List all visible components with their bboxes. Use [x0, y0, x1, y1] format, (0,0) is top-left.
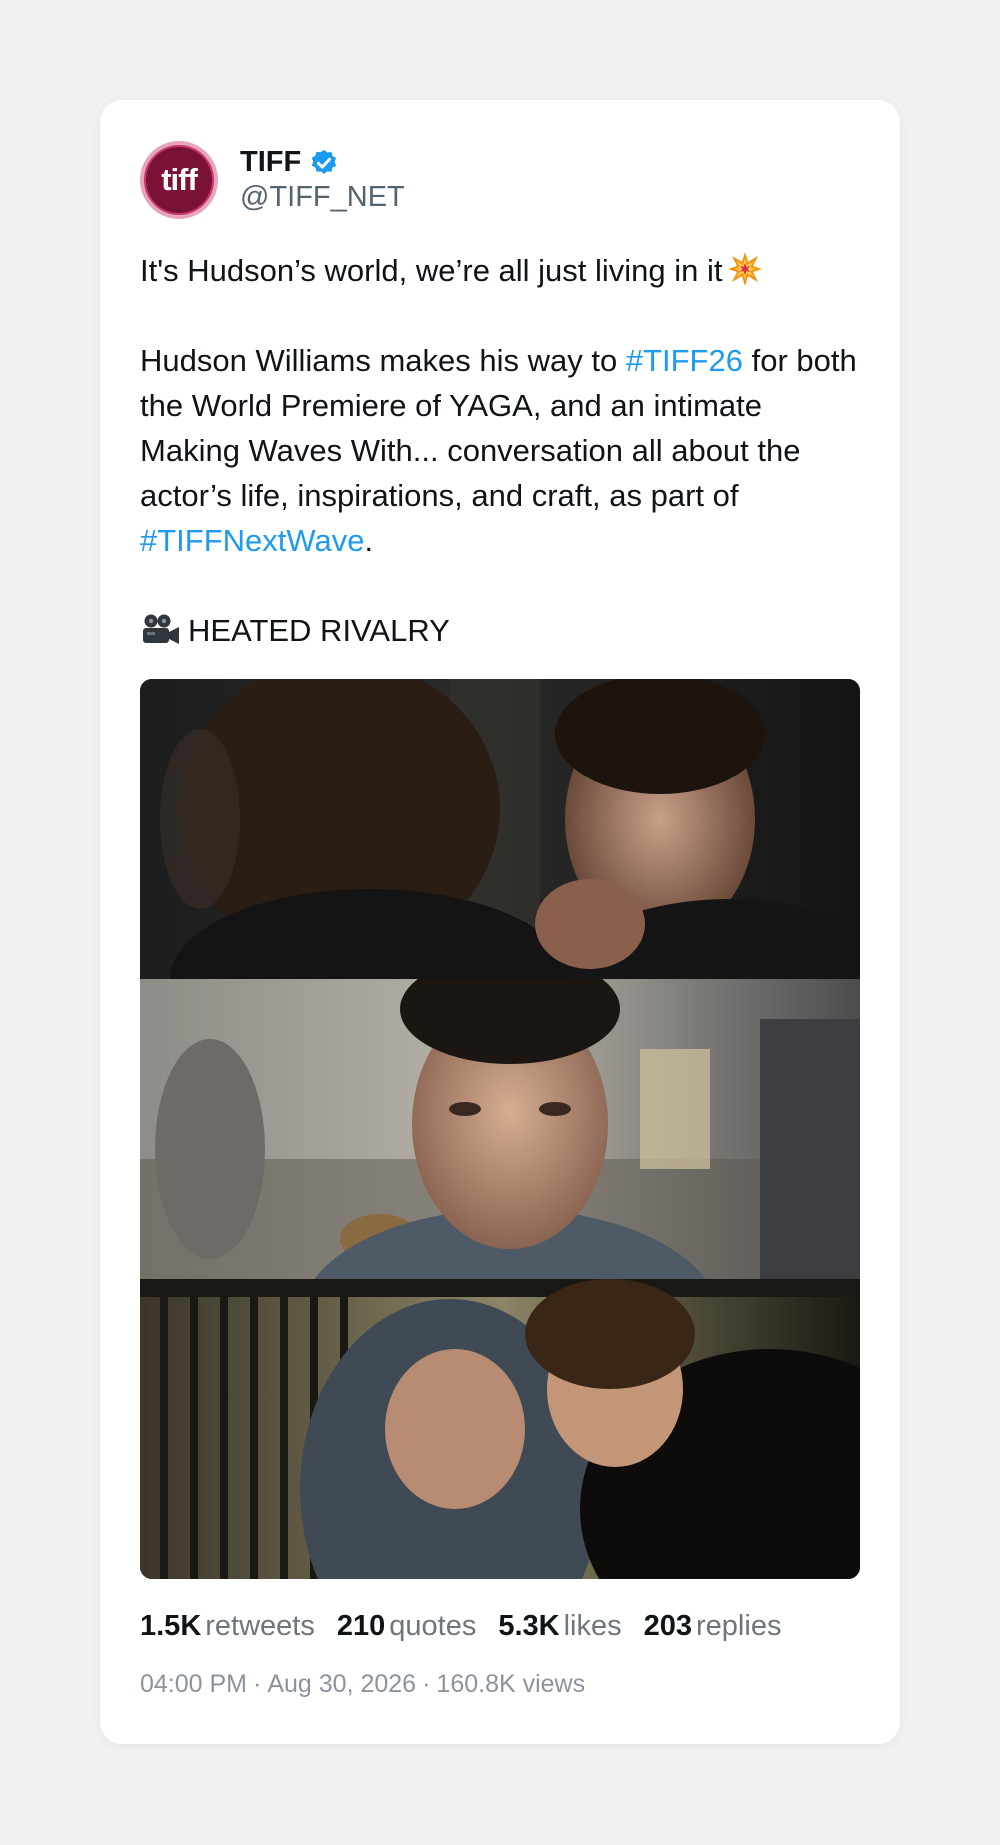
- stat-value: 203: [643, 1610, 693, 1642]
- stat-retweets[interactable]: 1.5K retweets: [140, 1610, 315, 1643]
- tweet-p2-c: .: [364, 523, 374, 558]
- tweet-time[interactable]: 04:00 PM: [140, 1670, 247, 1698]
- media-frame-3: [140, 1279, 860, 1579]
- display-name[interactable]: TIFF: [240, 146, 301, 179]
- movie-camera-emoji-icon: [143, 614, 179, 644]
- stat-likes[interactable]: 5.3K likes: [498, 1610, 621, 1643]
- stat-replies[interactable]: 203 replies: [644, 1610, 782, 1643]
- avatar[interactable]: tiff: [140, 141, 218, 219]
- stat-label: retweets: [205, 1610, 315, 1642]
- meta-separator: ·: [422, 1670, 431, 1698]
- stat-value: 5.3K: [498, 1610, 560, 1642]
- credit-text: HEATED RIVALRY: [188, 613, 450, 648]
- stat-value: 1.5K: [140, 1610, 202, 1642]
- avatar-logo: tiff: [146, 147, 212, 213]
- tweet-header: tiff TIFF @TIFF_NET: [140, 140, 405, 220]
- media-frame-2: [140, 979, 860, 1279]
- tweet-card: tiff TIFF @TIFF_NET It's Hudson’s world,…: [100, 100, 900, 1744]
- media-frame-1: [140, 679, 860, 979]
- tweet-line-1: It's Hudson’s world, we’re all just livi…: [140, 248, 870, 293]
- collision-emoji-icon: [727, 252, 762, 286]
- tweet-text: It's Hudson’s world, we’re all just livi…: [140, 248, 870, 653]
- stat-quotes[interactable]: 210 quotes: [337, 1610, 476, 1643]
- stat-label: replies: [696, 1610, 782, 1642]
- stat-label: quotes: [389, 1610, 477, 1642]
- engagement-stats: 1.5K retweets 210 quotes 5.3K likes 203 repl…: [140, 1610, 803, 1643]
- author-info: TIFF @TIFF_NET: [240, 146, 405, 214]
- tweet-line-1-text: It's Hudson’s world, we’re all just livi…: [140, 253, 723, 288]
- tweet-p2-a: Hudson Williams makes his way to: [140, 343, 626, 378]
- stat-label: likes: [563, 1610, 622, 1642]
- tweet-views: 160.8K views: [436, 1670, 586, 1698]
- tweet-meta: 04:00 PM · Aug 30, 2026 · 160.8K views: [140, 1670, 585, 1699]
- media-image[interactable]: [140, 679, 860, 1579]
- hashtag-tiff26[interactable]: #TIFF26: [626, 343, 743, 378]
- handle[interactable]: @TIFF_NET: [240, 181, 405, 214]
- verified-badge-icon: [311, 149, 337, 174]
- stat-value: 210: [336, 1610, 386, 1642]
- meta-separator: ·: [253, 1670, 262, 1698]
- tweet-date[interactable]: Aug 30, 2026: [267, 1670, 416, 1698]
- tweet-paragraph-2: Hudson Williams makes his way to #TIFF26…: [140, 338, 870, 563]
- tweet-credit: HEATED RIVALRY: [140, 608, 870, 653]
- hashtag-tiffnextwave[interactable]: #TIFFNextWave: [140, 523, 365, 558]
- name-row: TIFF: [240, 146, 405, 179]
